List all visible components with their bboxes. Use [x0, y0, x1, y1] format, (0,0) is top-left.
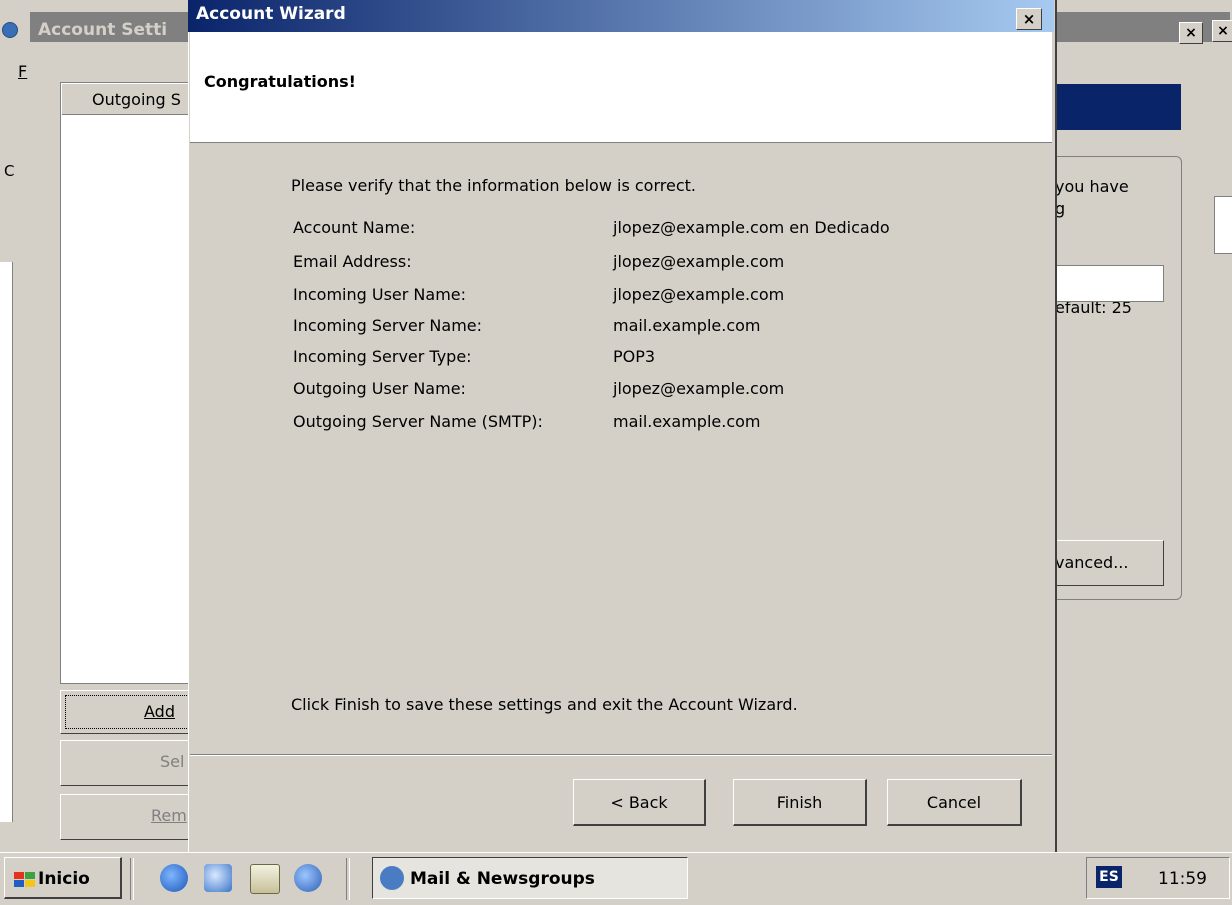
field-value: mail.example.com	[613, 316, 761, 335]
verify-instructions: Please verify that the information below…	[291, 176, 696, 195]
field-label: Email Address:	[293, 252, 412, 271]
field-value: POP3	[613, 347, 656, 366]
remove-button-label: Rem	[151, 806, 187, 825]
windows-logo-icon	[14, 872, 35, 887]
taskbar-separator	[130, 858, 134, 900]
mozilla-icon[interactable]	[294, 864, 322, 892]
add-button-label: Add	[144, 702, 175, 721]
clock[interactable]: 11:59	[1158, 869, 1207, 889]
field-value: jlopez@example.com	[613, 285, 785, 304]
field-label: Incoming Server Name:	[293, 316, 483, 335]
menu-file[interactable]: F	[18, 62, 27, 81]
outgoing-server-list[interactable]	[60, 82, 196, 684]
field-label: Outgoing User Name:	[293, 379, 466, 398]
field-value: mail.example.com	[613, 412, 761, 431]
settings-groupbox	[1040, 156, 1182, 600]
far-right-field[interactable]	[1214, 196, 1232, 254]
close-icon[interactable]: ×	[1212, 20, 1232, 42]
set-default-button-label: Sel	[160, 752, 185, 771]
advanced-button-label: vanced...	[1055, 553, 1129, 572]
list-header-label: Outgoing S	[92, 90, 181, 109]
language-indicator[interactable]: ES	[1096, 866, 1122, 888]
internet-explorer-icon[interactable]	[160, 864, 188, 892]
settings-description: you have g	[1055, 176, 1129, 220]
settings-description-line: g	[1055, 199, 1066, 218]
field-label: Outgoing Server Name (SMTP):	[293, 412, 543, 431]
finish-instructions: Click Finish to save these settings and …	[291, 695, 798, 714]
finish-button[interactable]: Finish	[733, 779, 867, 826]
outlook-express-icon[interactable]	[204, 864, 232, 892]
back-button[interactable]: < Back	[573, 779, 706, 826]
show-desktop-icon[interactable]	[250, 864, 280, 894]
field-value: jlopez@example.com en Dedicado	[613, 218, 890, 237]
taskbar-item-label: Mail & Newsgroups	[410, 869, 595, 889]
app-icon	[2, 22, 18, 38]
settings-description-line: you have	[1055, 177, 1129, 196]
field-value: jlopez@example.com	[613, 252, 785, 271]
account-settings-title: Account Setti	[38, 20, 168, 40]
add-button[interactable]	[60, 690, 196, 734]
field-value: jlopez@example.com	[613, 379, 785, 398]
field-label: Incoming Server Type:	[293, 347, 472, 366]
mail-icon	[380, 866, 404, 890]
close-icon[interactable]: ×	[1016, 8, 1042, 30]
button-separator	[190, 754, 1052, 756]
dialog-title: Account Wizard	[196, 4, 346, 24]
taskbar-separator	[346, 858, 350, 900]
left-panel-label: C	[4, 162, 15, 180]
field-label: Account Name:	[293, 218, 416, 237]
wizard-heading: Congratulations!	[204, 72, 356, 91]
start-label: Inicio	[38, 869, 90, 889]
left-panel	[0, 262, 13, 822]
settings-header-banner	[1055, 84, 1181, 130]
cancel-button[interactable]: Cancel	[887, 779, 1022, 826]
field-label: Incoming User Name:	[293, 285, 467, 304]
close-icon[interactable]: ×	[1179, 22, 1203, 44]
settings-text-field[interactable]	[1050, 265, 1164, 302]
